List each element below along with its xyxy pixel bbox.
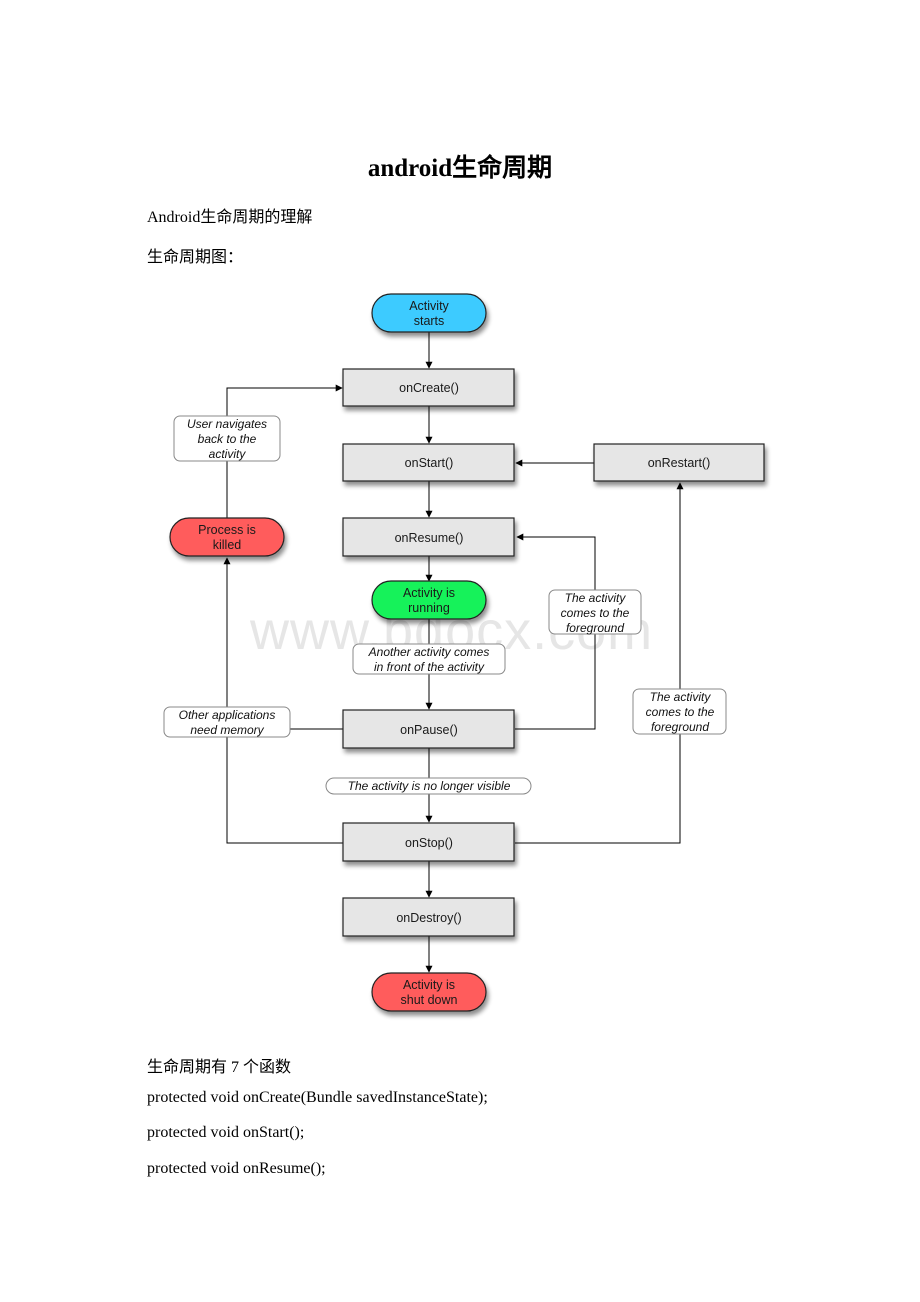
label-another-activity-front: Another activity comes in front of the a… (352, 643, 506, 675)
node-activity-shut-down-line1: Activity is (403, 978, 455, 992)
label-user-navigates-back: User navigates back to the activity (173, 415, 281, 462)
node-process-killed-line1: Process is (198, 523, 256, 537)
on-destroy-label: onDestroy() (396, 911, 461, 925)
svg-text:Other applications: Other applications (179, 708, 276, 722)
on-stop-label: onStop() (405, 836, 453, 850)
svg-text:need memory: need memory (190, 723, 264, 737)
label-foreground-restart: The activity comes to the foreground (632, 688, 727, 735)
svg-text:comes to the: comes to the (561, 606, 630, 620)
svg-text:foreground: foreground (651, 720, 709, 734)
node-activity-shut-down-line2: shut down (401, 993, 458, 1007)
edge-stop-killed (223, 557, 343, 844)
label-other-apps-memory: Other applications need memory (163, 706, 291, 738)
on-start-label: onStart() (405, 456, 454, 470)
svg-text:The activity: The activity (650, 690, 712, 704)
svg-text:activity: activity (209, 447, 247, 461)
svg-text:comes to the: comes to the (646, 705, 715, 719)
on-restart-label: onRestart() (648, 456, 711, 470)
svg-text:The activity is no longer visi: The activity is no longer visible (348, 779, 511, 793)
svg-text:The activity: The activity (565, 591, 627, 605)
code-line-onresume: protected void onResume(); (147, 1160, 326, 1177)
svg-text:foreground: foreground (566, 621, 624, 635)
code-line-onstart: protected void onStart(); (147, 1124, 305, 1141)
node-activity-starts-line1: Activity (409, 299, 449, 313)
on-pause-label: onPause() (400, 723, 458, 737)
code-line-oncreate: protected void onCreate(Bundle savedInst… (147, 1089, 488, 1106)
node-activity-running-line1: Activity is (403, 586, 455, 600)
on-create-label: onCreate() (399, 381, 459, 395)
label-no-longer-visible: The activity is no longer visible (325, 777, 532, 795)
svg-text:back to the: back to the (198, 432, 257, 446)
node-process-killed-line2: killed (213, 538, 242, 552)
functions-intro: 生命周期有 7 个函数 (147, 1059, 292, 1076)
svg-text:in front of the activity: in front of the activity (374, 660, 485, 674)
node-activity-running-line2: running (408, 601, 450, 615)
svg-text:User navigates: User navigates (187, 417, 267, 431)
label-foreground-resume: The activity comes to the foreground (548, 589, 642, 635)
svg-text:Another activity comes: Another activity comes (368, 645, 490, 659)
node-activity-starts-line2: starts (414, 314, 445, 328)
on-resume-label: onResume() (395, 531, 464, 545)
